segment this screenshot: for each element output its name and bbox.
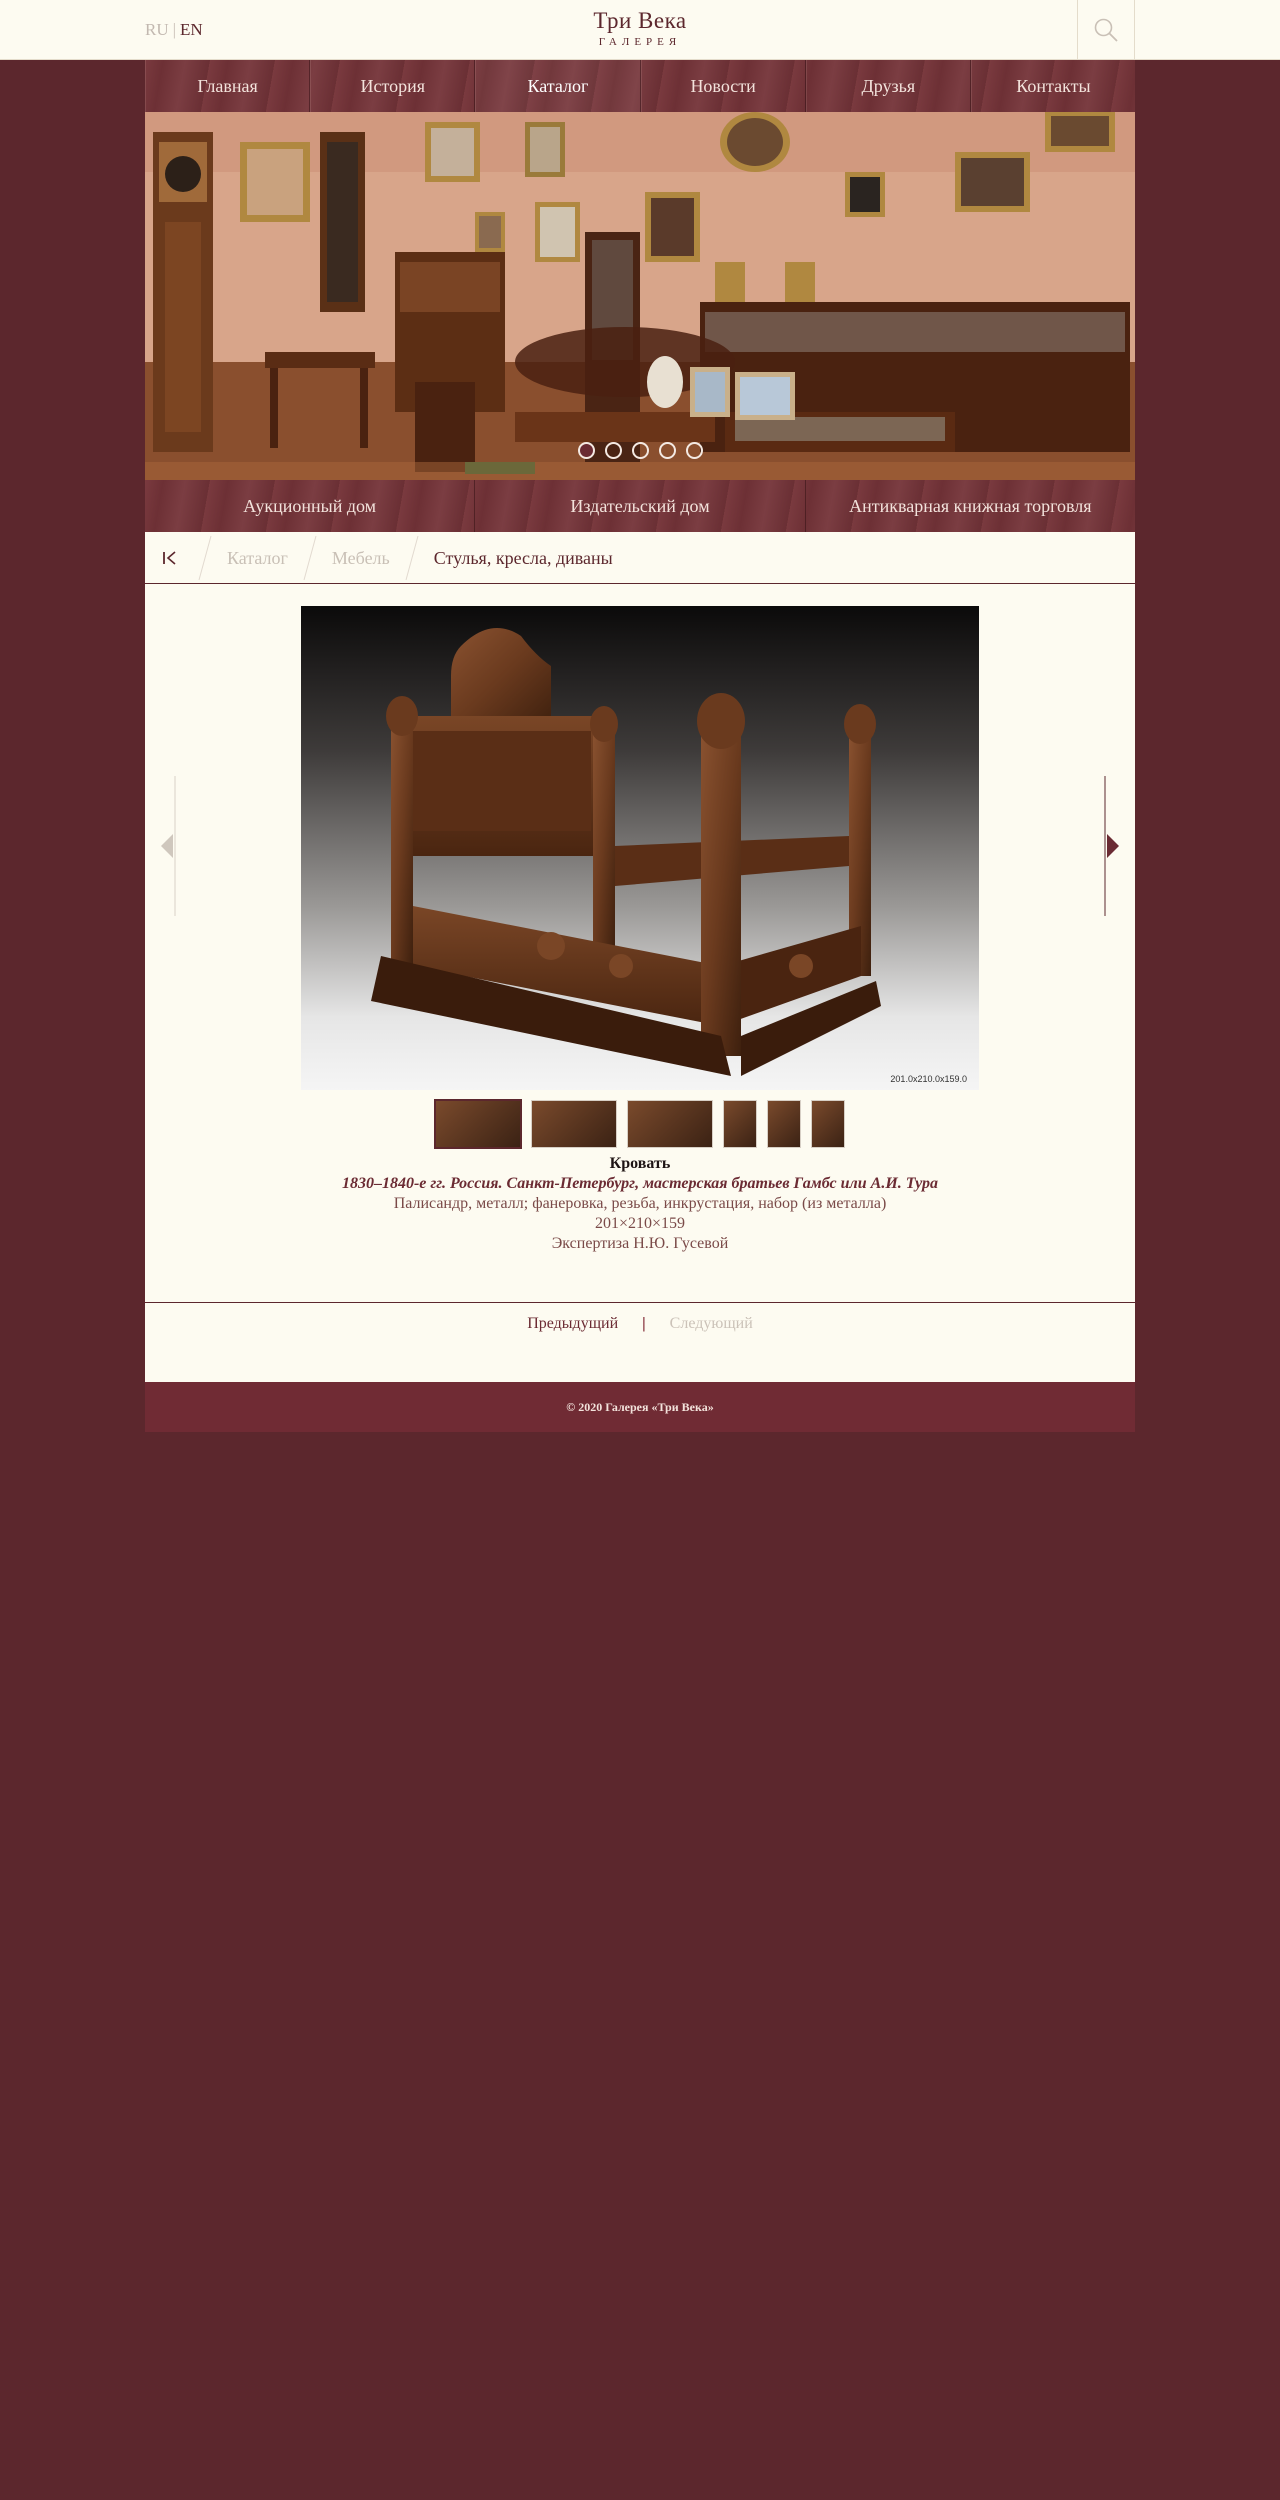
slide-dot-2[interactable]	[604, 442, 622, 459]
breadcrumb-first-button[interactable]	[145, 532, 195, 584]
nav-item-catalog[interactable]: Каталог	[475, 60, 641, 112]
image-dimensions-label: 201.0x210.0x159.0	[890, 1074, 967, 1084]
item-pager: Предыдущий | Следующий	[145, 1302, 1135, 1382]
gallery-next-button[interactable]	[1103, 776, 1135, 916]
breadcrumb-divider	[195, 532, 215, 584]
arrow-left-icon	[161, 776, 176, 916]
breadcrumb-divider	[402, 532, 422, 584]
thumbnail-1[interactable]	[435, 1100, 521, 1148]
breadcrumb-current: Стулья, кресла, диваны	[433, 547, 613, 568]
nav-item-history[interactable]: История	[310, 60, 476, 112]
pager-separator: |	[642, 1315, 646, 1332]
item-expertise: Экспертиза Н.Ю. Гусевой	[551, 1235, 729, 1252]
lang-separator: |	[172, 20, 177, 39]
logo-title: Три Века	[593, 8, 687, 33]
nav-item-home[interactable]: Главная	[145, 60, 311, 112]
item-description: Кровать 1830–1840-е гг. Россия. Санкт-Пе…	[145, 1154, 1135, 1254]
thumbnail-strip	[145, 1100, 1135, 1150]
subnav-item-book-trade[interactable]: Антикварная книжная торговля	[806, 480, 1135, 532]
thumbnail-5[interactable]	[767, 1100, 801, 1148]
site-logo[interactable]: Три Века ГАЛЕРЕЯ	[540, 8, 740, 49]
thumbnail-4[interactable]	[723, 1100, 757, 1148]
nav-item-contacts[interactable]: Контакты	[970, 60, 1135, 112]
breadcrumb: Каталог Мебель Стулья, кресла, диваны	[145, 532, 1135, 584]
thumbnail-3[interactable]	[627, 1100, 713, 1148]
logo-subtitle: ГАЛЕРЕЯ	[598, 36, 682, 48]
site-footer: © 2020 Галерея «Три Века»	[145, 1382, 1135, 1432]
hero-image	[145, 112, 1135, 480]
item-origin: 1830–1840-е гг. Россия. Санкт-Петербург,…	[341, 1175, 939, 1192]
item-materials: Палисандр, металл; фанеровка, резьба, ин…	[393, 1195, 887, 1212]
content-panel: Каталог Мебель Стулья, кресла, диваны 20…	[145, 532, 1135, 1382]
copyright-text: © 2020 Галерея «Три Века»	[566, 1400, 714, 1414]
prev-item-link[interactable]: Предыдущий	[527, 1315, 618, 1332]
slide-dot-1[interactable]	[577, 442, 595, 459]
subnav-item-auction-house[interactable]: Аукционный дом	[145, 480, 476, 532]
slide-dot-4[interactable]	[658, 442, 676, 459]
site-header: RU | EN Три Века ГАЛЕРЕЯ	[0, 0, 1280, 60]
slideshow-dots	[145, 442, 1135, 459]
nav-item-news[interactable]: Новости	[640, 60, 806, 112]
subnav-item-publishing-house[interactable]: Издательский дом	[475, 480, 806, 532]
next-item-link[interactable]: Следующий	[670, 1315, 753, 1332]
arrow-right-icon	[1104, 776, 1119, 916]
gallery-prev-button[interactable]	[145, 776, 177, 916]
breadcrumb-divider	[300, 532, 320, 584]
sub-nav: Аукционный дом Издательский дом Антиквар…	[145, 480, 1135, 532]
search-icon	[1094, 18, 1118, 42]
language-switcher: RU | EN	[145, 20, 203, 40]
breadcrumb-catalog[interactable]: Каталог	[215, 532, 300, 584]
item-size: 201×210×159	[594, 1215, 686, 1232]
lang-en-link[interactable]: EN	[180, 20, 203, 39]
breadcrumb-furniture[interactable]: Мебель	[320, 532, 402, 584]
hero-slideshow	[145, 112, 1135, 480]
main-nav: Главная История Каталог Новости Друзья К…	[145, 60, 1135, 112]
search-button[interactable]	[1077, 0, 1135, 60]
lang-ru-link[interactable]: RU	[145, 20, 169, 39]
first-page-icon	[163, 550, 176, 565]
bed-photo	[371, 628, 881, 1076]
slide-dot-5[interactable]	[685, 442, 703, 459]
thumbnail-2[interactable]	[531, 1100, 617, 1148]
slide-dot-3[interactable]	[631, 442, 649, 459]
item-title: Кровать	[609, 1155, 671, 1172]
nav-item-friends[interactable]: Друзья	[805, 60, 971, 112]
product-main-image[interactable]: 201.0x210.0x159.0	[301, 606, 979, 1090]
thumbnail-6[interactable]	[811, 1100, 845, 1148]
